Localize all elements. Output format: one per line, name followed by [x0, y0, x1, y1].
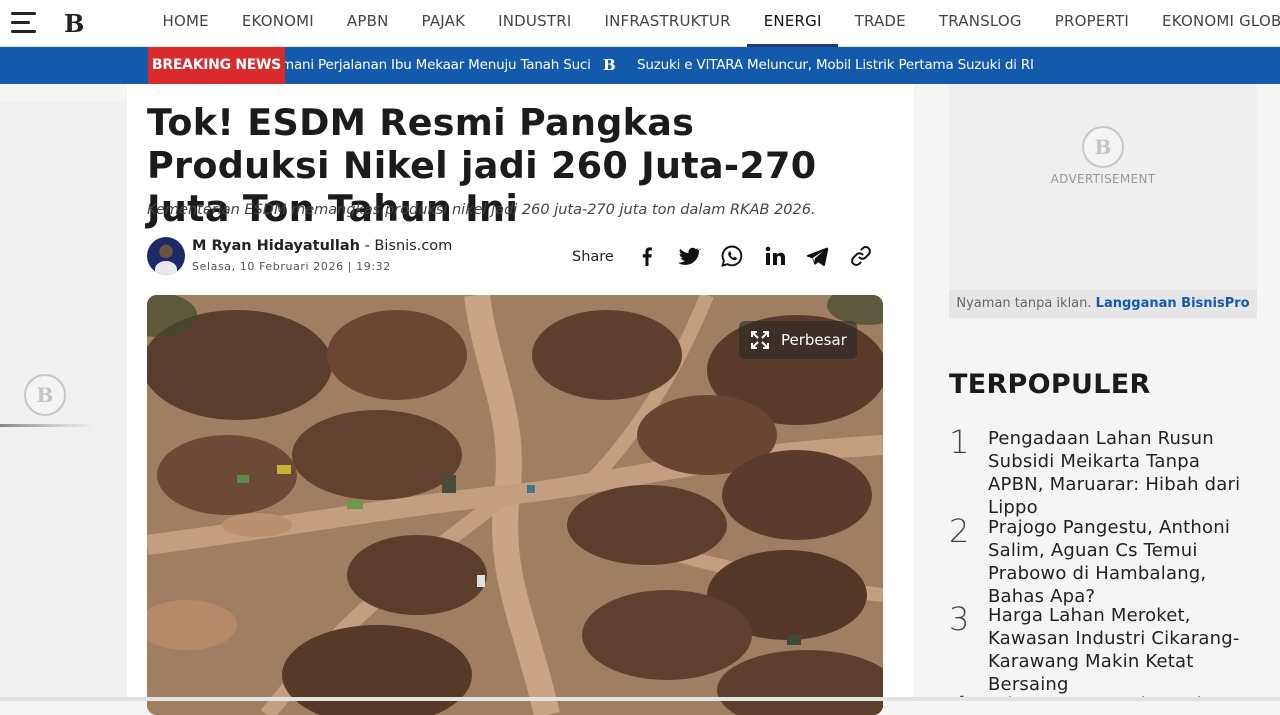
nav-item-ekonomi[interactable]: EKONOMI: [225, 0, 330, 47]
nav-item-infrastruktur[interactable]: INFRASTRUKTUR: [588, 0, 747, 47]
article: Tok! ESDM Resmi Pangkas Produksi Nikel j…: [127, 84, 914, 715]
bisnis-logo-icon: B: [1082, 126, 1124, 168]
author-source: - Bisnis.com: [364, 238, 453, 254]
share-label: Share: [572, 249, 614, 265]
linkedin-icon[interactable]: [763, 244, 787, 268]
nav-item-properti[interactable]: PROPERTI: [1038, 0, 1145, 47]
hamburger-icon[interactable]: [11, 12, 36, 34]
breaking-news-label: BREAKING NEWS: [148, 47, 285, 84]
breaking-news-ticker: BREAKING NEWS mani Perjalanan Ibu Mekaar…: [0, 47, 1280, 84]
nav-item-pajak[interactable]: PAJAK: [405, 0, 482, 47]
popular-title[interactable]: Harga Lahan Meroket, Kawasan Industri Ci…: [988, 604, 1260, 696]
popular-title[interactable]: Prajogo Pangestu, Anthoni Salim, Aguan C…: [988, 516, 1260, 608]
left-ad-slot: B: [0, 101, 127, 701]
nav-menu: HOME EKONOMI APBN PAJAK INDUSTRI INFRAST…: [146, 0, 1280, 47]
perbesar-label: Perbesar: [781, 331, 847, 349]
popular-heading: TERPOPULER: [949, 369, 1151, 400]
page-bottom-edge: [0, 697, 1280, 701]
popular-item[interactable]: 1 Pengadaan Lahan Rusun Subsidi Meikarta…: [949, 423, 1259, 518]
popular-item[interactable]: 2 Prajogo Pangestu, Anthoni Salim, Aguan…: [949, 512, 1259, 607]
twitter-icon[interactable]: [677, 244, 701, 268]
article-hero-image[interactable]: Perbesar: [147, 295, 883, 715]
facebook-icon[interactable]: [635, 244, 659, 268]
ticker-item[interactable]: mani Perjalanan Ibu Mekaar Menuju Tanah …: [281, 47, 591, 84]
ticker-item[interactable]: Suzuki e VITARA Meluncur, Mobil Listrik …: [637, 47, 1034, 84]
whatsapp-icon[interactable]: [720, 244, 744, 268]
article-subtitle: Kementerian ESDM memangkas produksi nike…: [147, 202, 816, 218]
popular-rank: 1: [949, 423, 970, 461]
bisnis-logo[interactable]: B: [64, 9, 86, 38]
ad-footer-text: Nyaman tanpa iklan.: [956, 296, 1092, 311]
popular-rank: 3: [949, 600, 970, 638]
nav-item-energi[interactable]: ENERGI: [747, 0, 838, 47]
popular-rank: 2: [949, 512, 970, 550]
advertisement-label: ADVERTISEMENT: [1050, 172, 1156, 186]
popular-title[interactable]: Pengadaan Lahan Rusun Subsidi Meikarta T…: [988, 427, 1260, 519]
ad-footer: Nyaman tanpa iklan. Langganan BisnisPro: [949, 290, 1257, 318]
author-avatar[interactable]: [147, 237, 185, 275]
nav-item-ekonomi-global[interactable]: EKONOMI GLOBAL: [1146, 0, 1280, 47]
loading-bar: [0, 424, 92, 427]
top-navigation: B HOME EKONOMI APBN PAJAK INDUSTRI INFRA…: [0, 0, 1280, 47]
nav-item-translog[interactable]: TRANSLOG: [922, 0, 1038, 47]
nav-item-home[interactable]: HOME: [146, 0, 225, 47]
nav-item-trade[interactable]: TRADE: [838, 0, 922, 47]
nav-item-industri[interactable]: INDUSTRI: [482, 0, 588, 47]
bisnis-logo-icon: B: [24, 374, 66, 416]
subscribe-link[interactable]: Langganan BisnisPro: [1096, 296, 1250, 311]
author-line: M Ryan Hidayatullah - Bisnis.com: [192, 238, 452, 254]
right-ad-slot: B ADVERTISEMENT Nyaman tanpa iklan. Lang…: [949, 84, 1257, 318]
author-name[interactable]: M Ryan Hidayatullah: [192, 238, 360, 254]
bisnis-logo-icon: B: [603, 56, 616, 74]
publish-date: Selasa, 10 Februari 2026 | 19:32: [192, 260, 391, 273]
expand-icon: [751, 331, 769, 349]
copy-link-icon[interactable]: [849, 244, 873, 268]
perbesar-button[interactable]: Perbesar: [739, 321, 857, 359]
telegram-icon[interactable]: [805, 244, 829, 268]
popular-item[interactable]: 3 Harga Lahan Meroket, Kawasan Industri …: [949, 600, 1259, 695]
nav-item-apbn[interactable]: APBN: [330, 0, 405, 47]
